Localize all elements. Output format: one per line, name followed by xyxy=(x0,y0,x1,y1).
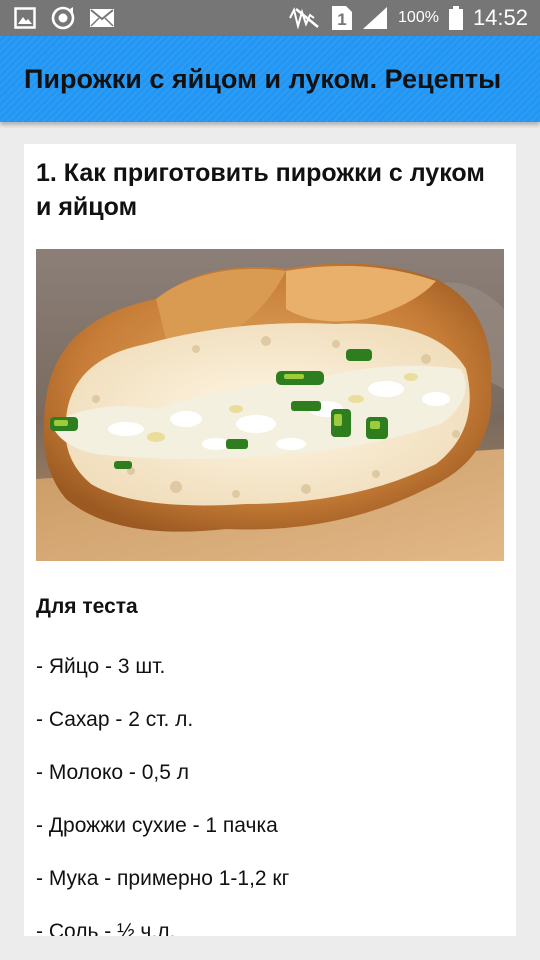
ingredient-item: - Молоко - 0,5 л xyxy=(36,761,189,784)
gallery-icon xyxy=(14,7,36,29)
status-bar: 1 100% 14:52 xyxy=(0,0,540,36)
section-heading-dough: Для теста xyxy=(36,595,138,618)
ingredient-item: - Дрожжи сухие - 1 пачка xyxy=(36,814,278,837)
sim-icon: 1 xyxy=(332,6,353,30)
sim-slot-label: 1 xyxy=(337,10,346,29)
recipe-photo xyxy=(36,249,504,561)
mail-icon xyxy=(90,9,114,27)
ingredient-item: - Сахар - 2 ст. л. xyxy=(36,708,194,731)
signal-icon xyxy=(362,6,388,30)
sync-icon xyxy=(50,5,76,31)
ingredient-item: - Яйцо - 3 шт. xyxy=(36,655,166,678)
battery-icon xyxy=(448,6,463,30)
ingredient-list: - Яйцо - 3 шт. - Сахар - 2 ст. л. - Моло… xyxy=(36,655,504,936)
clock: 14:52 xyxy=(472,5,528,30)
recipe-card[interactable]: 1. Как приготовить пирожки с луком и яйц… xyxy=(24,144,516,936)
recipe-title: 1. Как приготовить пирожки с луком и яйц… xyxy=(36,159,485,221)
app-bar: Пирожки с яйцом и луком. Рецепты xyxy=(0,36,540,122)
battery-percent: 100% xyxy=(398,9,439,26)
ingredient-item: - Соль - ½ ч.л. xyxy=(36,920,176,936)
mute-icon xyxy=(288,7,322,29)
status-right: 1 100% 14:52 xyxy=(288,5,528,31)
app-title: Пирожки с яйцом и луком. Рецепты xyxy=(24,63,502,94)
ingredient-item: - Мука - примерно 1-1,2 кг xyxy=(36,867,290,890)
status-left xyxy=(14,5,114,31)
